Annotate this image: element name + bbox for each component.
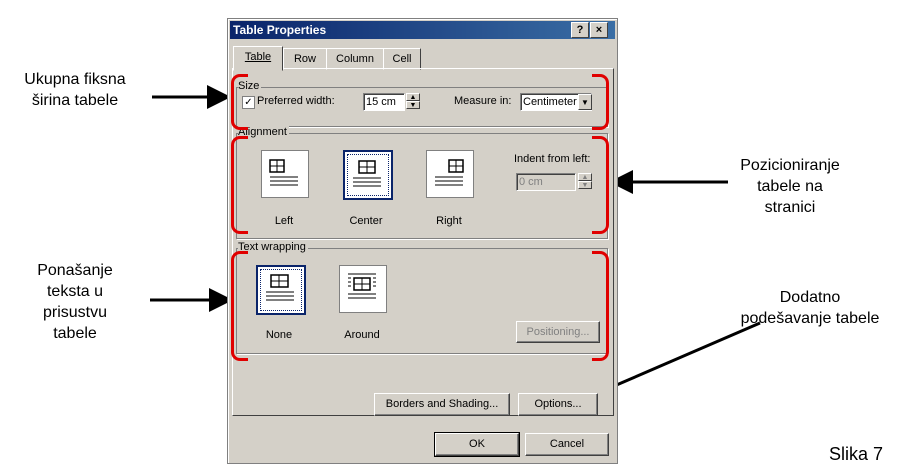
measure-in-label: Measure in:	[454, 95, 512, 107]
ok-button[interactable]: OK	[434, 432, 520, 457]
title-bar: Table Properties ? ×	[230, 21, 615, 39]
align-left-icon	[269, 159, 298, 186]
tab-cell[interactable]: Cell	[383, 48, 421, 70]
wrap-none-option[interactable]	[256, 265, 306, 315]
tab-column[interactable]: Column	[326, 48, 384, 70]
wrap-none-label: None	[265, 329, 293, 341]
arrow-options	[589, 321, 761, 399]
dialog-title: Table Properties	[233, 23, 327, 37]
wrap-none-icon	[266, 274, 294, 301]
options-button[interactable]: Options...	[518, 393, 598, 416]
tab-column-label: Column	[336, 53, 374, 65]
cancel-button[interactable]: Cancel	[525, 433, 609, 456]
align-center-label: Center	[349, 215, 383, 227]
tab-row[interactable]: Row	[283, 48, 327, 70]
tab-row-label: Row	[293, 53, 316, 65]
align-center-icon	[353, 160, 381, 187]
wrap-around-icon	[348, 273, 376, 299]
preferred-width-label: Preferred width:	[257, 95, 335, 107]
align-center-option[interactable]	[343, 150, 393, 200]
alignment-bracket-left	[231, 136, 248, 234]
borders-and-shading-button[interactable]: Borders and Shading...	[374, 393, 510, 416]
wrapping-bracket-right	[592, 251, 609, 361]
help-button[interactable]: ?	[571, 22, 589, 38]
tab-table[interactable]: Table	[233, 46, 283, 71]
alignment-bracket-right	[592, 136, 609, 234]
positioning-button[interactable]: Positioning...	[516, 321, 600, 343]
indent-from-left-label: Indent from left:	[514, 153, 591, 165]
wrapping-bracket-left	[231, 251, 248, 361]
align-right-label: Right	[436, 215, 462, 227]
size-bracket-left	[231, 74, 248, 130]
wrap-around-option[interactable]	[339, 265, 387, 313]
align-right-icon	[435, 159, 464, 186]
align-left-label: Left	[274, 215, 294, 227]
tab-cell-label: Cell	[392, 53, 412, 65]
preferred-width-spinner[interactable]: ▲ ▼	[406, 93, 420, 111]
text-wrapping-group-label: Text wrapping	[238, 241, 308, 253]
preferred-width-field[interactable]: 15 cm	[363, 93, 405, 111]
table-properties-dialog: Table Properties ? × Table Row Column Ce…	[227, 18, 618, 464]
close-button[interactable]: ×	[590, 22, 608, 38]
size-bracket-right	[592, 74, 609, 130]
align-right-option[interactable]	[426, 150, 474, 198]
align-left-option[interactable]	[261, 150, 309, 198]
indent-from-left-field[interactable]: 0 cm	[516, 173, 576, 191]
measure-in-dropdown-icon[interactable]: ▼	[578, 94, 592, 110]
wrap-around-label: Around	[344, 329, 380, 341]
tab-table-label: Table	[244, 51, 272, 63]
indent-spinner[interactable]: ▲ ▼	[578, 173, 592, 191]
